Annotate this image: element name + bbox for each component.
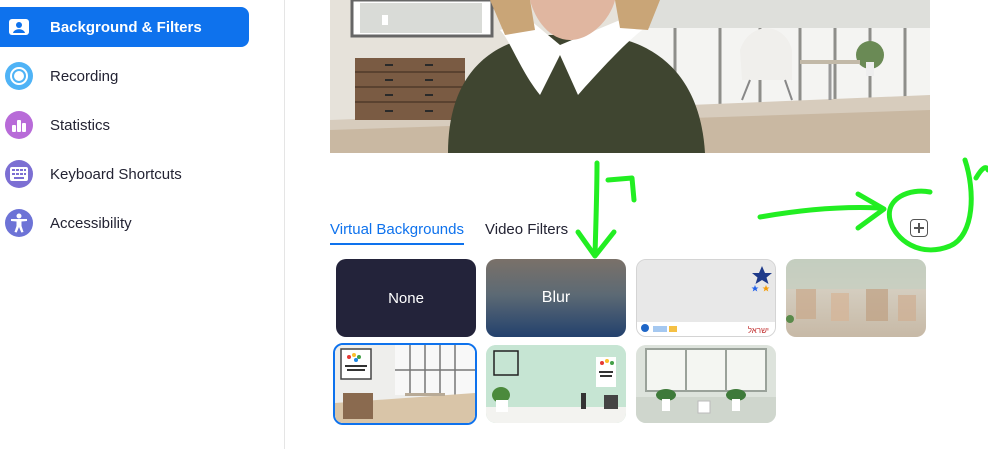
tick-annotation [973,165,988,181]
down-arrow-annotation [592,160,600,258]
annotation-overlay [575,157,988,259]
right-arrowhead-annotation [855,191,887,231]
hebrew-mark-annotation [605,175,637,203]
annotation-strokes [575,157,988,259]
right-arrow-annotation [757,204,883,220]
circle-annotation [886,157,974,253]
